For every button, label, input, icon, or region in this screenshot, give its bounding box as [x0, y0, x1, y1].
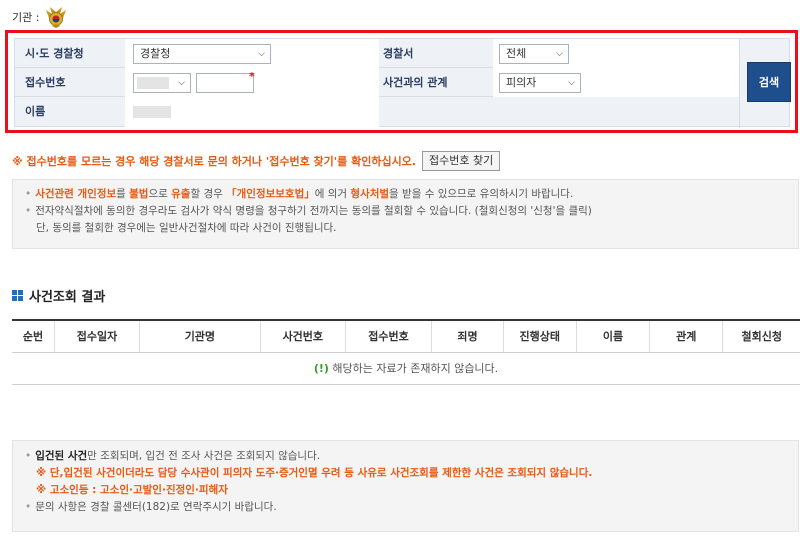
chevron-down-icon: ⌵ — [568, 78, 575, 88]
chevron-down-icon: ⌵ — [178, 78, 185, 88]
col-header: 기관명 — [139, 319, 261, 353]
results-header-row: 순번 접수일자 기관명 사건번호 접수번호 죄명 진행상태 이름 관계 철회신청 — [12, 319, 800, 353]
chevron-down-icon: ⌵ — [258, 49, 265, 59]
notice-text: ※ 접수번호를 모르는 경우 해당 경찰서로 문의 하거나 '접수번호 찾기'를… — [12, 155, 416, 168]
info-line-privacy: • 사건관련 개인정보를 불법으로 유출할 경우 「개인정보보호법」에 의거 형사… — [25, 188, 574, 200]
receipt-number-input[interactable] — [196, 73, 254, 93]
search-row-1: 시·도 경찰청 경찰청 ⌵ 경찰서 전체 ⌵ — [15, 39, 739, 68]
privacy-info-box: • 사건관련 개인정보를 불법으로 유출할 경우 「개인정보보호법」에 의거 형사… — [12, 179, 799, 249]
station-label: 경찰서 — [383, 47, 414, 60]
relation-label: 사건과의 관계 — [383, 76, 448, 89]
results-heading: 사건조회 결과 — [12, 286, 105, 305]
bottom-line-registered: • 입건된 사건만 조회되며, 입건 전 조사 사건은 조회되지 않습니다. — [25, 450, 321, 462]
bottom-info-box: • 입건된 사건만 조회되며, 입건 전 조사 사건은 조회되지 않습니다. ※ … — [12, 440, 799, 532]
police-emblem-icon — [46, 7, 67, 28]
col-header: 죄명 — [431, 319, 504, 353]
receipt-year-select[interactable]: ⌵ — [133, 73, 191, 93]
agency-label: 기관 : — [12, 11, 40, 24]
agency-row: 기관 : — [12, 4, 69, 30]
results-table: 순번 접수일자 기관명 사건번호 접수번호 죄명 진행상태 이름 관계 철회신청… — [12, 319, 800, 385]
info-line-withdrawal-note: 단, 동의를 철회한 경우에는 일반사건절차에 따라 사건이 진행됩니다. — [36, 222, 337, 234]
receipt-notice: ※ 접수번호를 모르는 경우 해당 경찰서로 문의 하거나 '접수번호 찾기'를… — [12, 150, 501, 172]
name-label: 이름 — [25, 105, 46, 118]
grid-icon — [12, 290, 23, 301]
col-header: 진행상태 — [503, 319, 577, 353]
empty-result-row: (!) 해당하는 자료가 존재하지 않습니다. — [12, 352, 800, 385]
province-label: 시·도 경찰청 — [25, 47, 84, 60]
receipt-number-label: 접수번호 — [25, 76, 66, 89]
search-row-3: 이름 — [15, 97, 739, 127]
search-panel: 시·도 경찰청 경찰청 ⌵ 경찰서 전체 ⌵ 접수번호 ⌵ * 사건과의 관계 — [5, 30, 798, 133]
col-header: 이름 — [576, 319, 651, 353]
col-header: 접수일자 — [54, 319, 140, 353]
relation-select[interactable]: 피의자 ⌵ — [499, 73, 581, 93]
col-header: 관계 — [649, 319, 724, 353]
search-row-2: 접수번호 ⌵ * 사건과의 관계 피의자 ⌵ — [15, 68, 739, 97]
bottom-line-contact: • 문의 사항은 경찰 콜센터(182)로 연락주시기 바랍니다. — [25, 501, 277, 513]
col-header: 철회신청 — [722, 319, 800, 353]
redacted-value — [137, 77, 169, 89]
col-header: 접수번호 — [345, 319, 433, 353]
required-mark: * — [249, 70, 255, 83]
col-header: 순번 — [12, 319, 56, 353]
name-value-redacted — [133, 106, 171, 118]
search-form: 시·도 경찰청 경찰청 ⌵ 경찰서 전체 ⌵ 접수번호 ⌵ * 사건과의 관계 — [14, 38, 790, 128]
station-select[interactable]: 전체 ⌵ — [499, 44, 569, 64]
info-line-withdrawal: • 전자약식절차에 동의한 경우라도 검사가 약식 명령을 청구하기 전까지는 동… — [25, 205, 592, 217]
empty-message: (!) 해당하는 자료가 존재하지 않습니다. — [12, 352, 800, 385]
chevron-down-icon: ⌵ — [556, 49, 563, 59]
search-button[interactable]: 검색 — [747, 62, 791, 102]
find-receipt-number-button[interactable]: 접수번호 찾기 — [421, 151, 501, 171]
bottom-line-restricted: ※ 단,입건된 사건이더라도 담당 수사관이 피의자 도주·증거인멸 우려 등 … — [36, 467, 593, 479]
province-select[interactable]: 경찰청 ⌵ — [133, 44, 271, 64]
bottom-line-complainants: ※ 고소인등 : 고소인·고발인·진정인·피해자 — [36, 484, 228, 496]
results-title: 사건조회 결과 — [29, 290, 106, 305]
col-header: 사건번호 — [260, 319, 346, 353]
alert-icon: (!) — [313, 362, 329, 375]
